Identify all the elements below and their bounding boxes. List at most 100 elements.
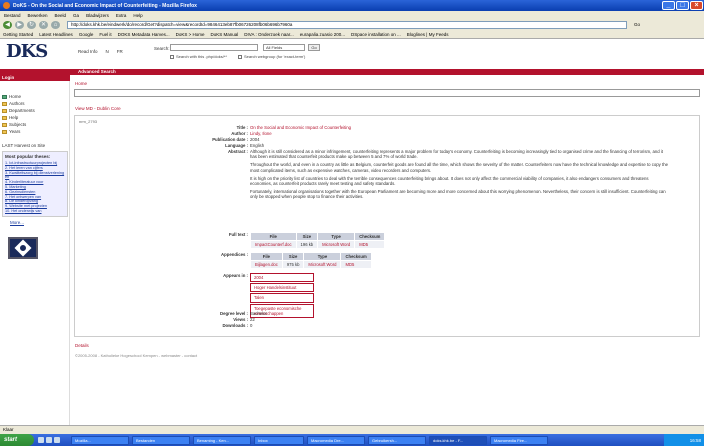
menu-bestand[interactable]: Bestand xyxy=(4,13,21,18)
menu-bladwijzers[interactable]: Bladwijzers xyxy=(86,13,109,18)
quicklaunch-icon[interactable] xyxy=(38,437,44,443)
status-bar: Klaar xyxy=(0,425,704,434)
eye-logo-icon xyxy=(8,236,38,259)
search-label: Search: xyxy=(154,46,170,51)
last-harvest-label: LAST Harvest on Site xyxy=(2,143,46,148)
bookmark-item[interactable]: Fuel it xyxy=(99,32,111,37)
sidebar: Login Home Authors Departments Help Subj… xyxy=(0,75,70,425)
breadcrumb[interactable]: Home xyxy=(75,81,87,86)
start-button[interactable]: start xyxy=(0,434,34,446)
read-info-link[interactable]: Read Info xyxy=(78,49,98,54)
item-title: On the Social and Economic Impact of Cou… xyxy=(250,125,352,130)
close-button[interactable]: × xyxy=(690,1,703,10)
bookmark-item[interactable]: DOKS Metadata Harves... xyxy=(118,32,170,37)
window-titlebar: DoKS - On the Social and Economic Impact… xyxy=(0,0,704,11)
reload-icon[interactable]: ↻ xyxy=(27,20,36,29)
quicklaunch-icon[interactable] xyxy=(46,437,52,443)
clock: 16:58 xyxy=(689,437,701,443)
view-dublin-core-link[interactable]: View MD - Dublin Core xyxy=(75,106,121,111)
views-value: 22 xyxy=(250,317,255,322)
search-scope-select[interactable]: All Fields xyxy=(263,44,305,51)
collection-link[interactable]: Hoger Handelsinstituut xyxy=(250,283,314,293)
footer-text: ©2005-2008 - Katholieke Hogeschool Kempe… xyxy=(75,353,198,358)
search-option-2[interactable]: Search webgroup (for 'exact-term') xyxy=(238,54,305,59)
taskbar-item[interactable]: Benaming - Ken... xyxy=(193,435,251,445)
system-tray: 16:58 xyxy=(664,434,704,446)
bookmark-item[interactable]: eurapalia.zuasio 200... xyxy=(300,32,345,37)
pubdate-value: 2004 xyxy=(250,137,260,142)
collection-link[interactable]: Talen xyxy=(250,293,314,303)
site-header: DKS Read Info N FR Search: All Fields Go… xyxy=(0,39,704,69)
menu-extra[interactable]: Extra xyxy=(116,13,127,18)
bookmark-item[interactable]: DSpace installation on ... xyxy=(351,32,401,37)
folder-icon xyxy=(2,122,7,127)
popular-item[interactable]: 10. Het onderwijs van xyxy=(5,209,65,214)
popular-theses-heading: Most popular theses: xyxy=(5,154,51,159)
popular-item[interactable]: 3. Kwaliteitszorg bij dienstverlening en xyxy=(5,171,65,181)
taskbar-item[interactable]: Macromedia Dre... xyxy=(307,435,365,445)
bookmark-item[interactable]: Bloglines | My Feeds xyxy=(407,32,449,37)
sidebar-item-subjects[interactable]: Subjects xyxy=(0,121,69,128)
quicklaunch-icon[interactable] xyxy=(54,437,60,443)
home-icon[interactable]: ⌂ xyxy=(51,20,60,29)
checkbox[interactable] xyxy=(170,54,174,59)
item-id: nrm_2793 xyxy=(79,119,98,124)
menu-bar: Bestand Bewerken Beeld Ga Bladwijzers Ex… xyxy=(0,11,704,19)
table-row: ImpactCounterf.doc 196 kb Microsoft Word… xyxy=(250,240,386,250)
checkbox[interactable] xyxy=(238,54,242,59)
bookmarks-toolbar: Getting Started Latest Headlines Google … xyxy=(0,30,704,39)
file-link[interactable]: Bijlagen.doc xyxy=(250,260,283,270)
bookmark-item[interactable]: DoKS > Home xyxy=(176,32,205,37)
lang-fr-link[interactable]: FR xyxy=(117,49,123,54)
content-search-input[interactable] xyxy=(74,89,700,97)
site-logo[interactable]: DKS xyxy=(6,41,48,67)
folder-icon xyxy=(2,101,7,106)
navigation-toolbar: ◀ ▶ ↻ ✕ ⌂ http://doks.khk.be/eindwerk/do… xyxy=(0,19,704,30)
address-bar[interactable]: http://doks.khk.be/eindwerk/do/record/Ge… xyxy=(67,20,627,29)
file-type[interactable]: Microsoft Word xyxy=(317,240,356,250)
collection-link[interactable]: 2004 xyxy=(250,273,314,283)
bookmark-item[interactable]: Google xyxy=(79,32,94,37)
taskbar-item[interactable]: Gebruikersh... xyxy=(368,435,426,445)
minimize-button[interactable]: _ xyxy=(662,1,675,10)
go-button[interactable]: Go xyxy=(634,22,640,27)
taskbar-item[interactable]: Macromedia Fire... xyxy=(490,435,548,445)
taskbar-item[interactable]: doks.khk.be - F... xyxy=(429,435,487,445)
author-link[interactable]: Lindy, Ilone xyxy=(250,131,670,136)
sidebar-item-home[interactable]: Home xyxy=(0,93,69,100)
menu-ga[interactable]: Ga xyxy=(73,13,79,18)
taskbar-item[interactable]: Inbox xyxy=(254,435,304,445)
item-record-panel: nrm_2793 Title : On the Social and Econo… xyxy=(74,115,700,337)
language-value: English xyxy=(250,143,265,148)
bookmark-item[interactable]: Getting Started xyxy=(3,32,33,37)
main-content: Home View MD - Dublin Core nrm_2793 Titl… xyxy=(72,75,700,425)
sidebar-item-help[interactable]: Help xyxy=(0,114,69,121)
menu-help[interactable]: Help xyxy=(133,13,142,18)
lang-nl-link[interactable]: N xyxy=(106,49,109,54)
checksum-link[interactable]: MD5 xyxy=(340,260,372,270)
menu-beeld[interactable]: Beeld xyxy=(55,13,67,18)
bookmark-item[interactable]: DIVA : Onderzoek naar... xyxy=(244,32,293,37)
popular-theses-box: Most popular theses: 1. Ict-infrastructu… xyxy=(2,151,68,217)
checksum-link[interactable]: MD5 xyxy=(354,240,386,250)
bookmark-item[interactable]: DoKS Manual xyxy=(211,32,239,37)
forward-icon[interactable]: ▶ xyxy=(15,20,24,29)
more-popular-link[interactable]: More... xyxy=(0,220,69,225)
taskbar-item[interactable]: Bestanden xyxy=(132,435,190,445)
taskbar-item[interactable]: Mozilla... xyxy=(71,435,129,445)
search-input[interactable] xyxy=(170,44,258,51)
bookmark-item[interactable]: Latest Headlines xyxy=(39,32,73,37)
maximize-button[interactable]: □ xyxy=(676,1,689,10)
file-link[interactable]: ImpactCounterf.doc xyxy=(250,240,297,250)
search-go-button[interactable]: Go xyxy=(308,44,320,51)
sidebar-item-departments[interactable]: Departments xyxy=(0,107,69,114)
menu-bewerken[interactable]: Bewerken xyxy=(28,13,48,18)
stop-icon[interactable]: ✕ xyxy=(39,20,48,29)
sidebar-item-authors[interactable]: Authors xyxy=(0,100,69,107)
search-option-1[interactable]: Search with this .php/doks/** xyxy=(170,54,227,59)
back-icon[interactable]: ◀ xyxy=(3,20,12,29)
sidebar-item-years[interactable]: Years xyxy=(0,128,69,135)
details-link[interactable]: Details xyxy=(75,343,89,348)
file-type[interactable]: Microsoft Word xyxy=(303,260,342,270)
header-links: Read Info N FR xyxy=(78,49,123,54)
